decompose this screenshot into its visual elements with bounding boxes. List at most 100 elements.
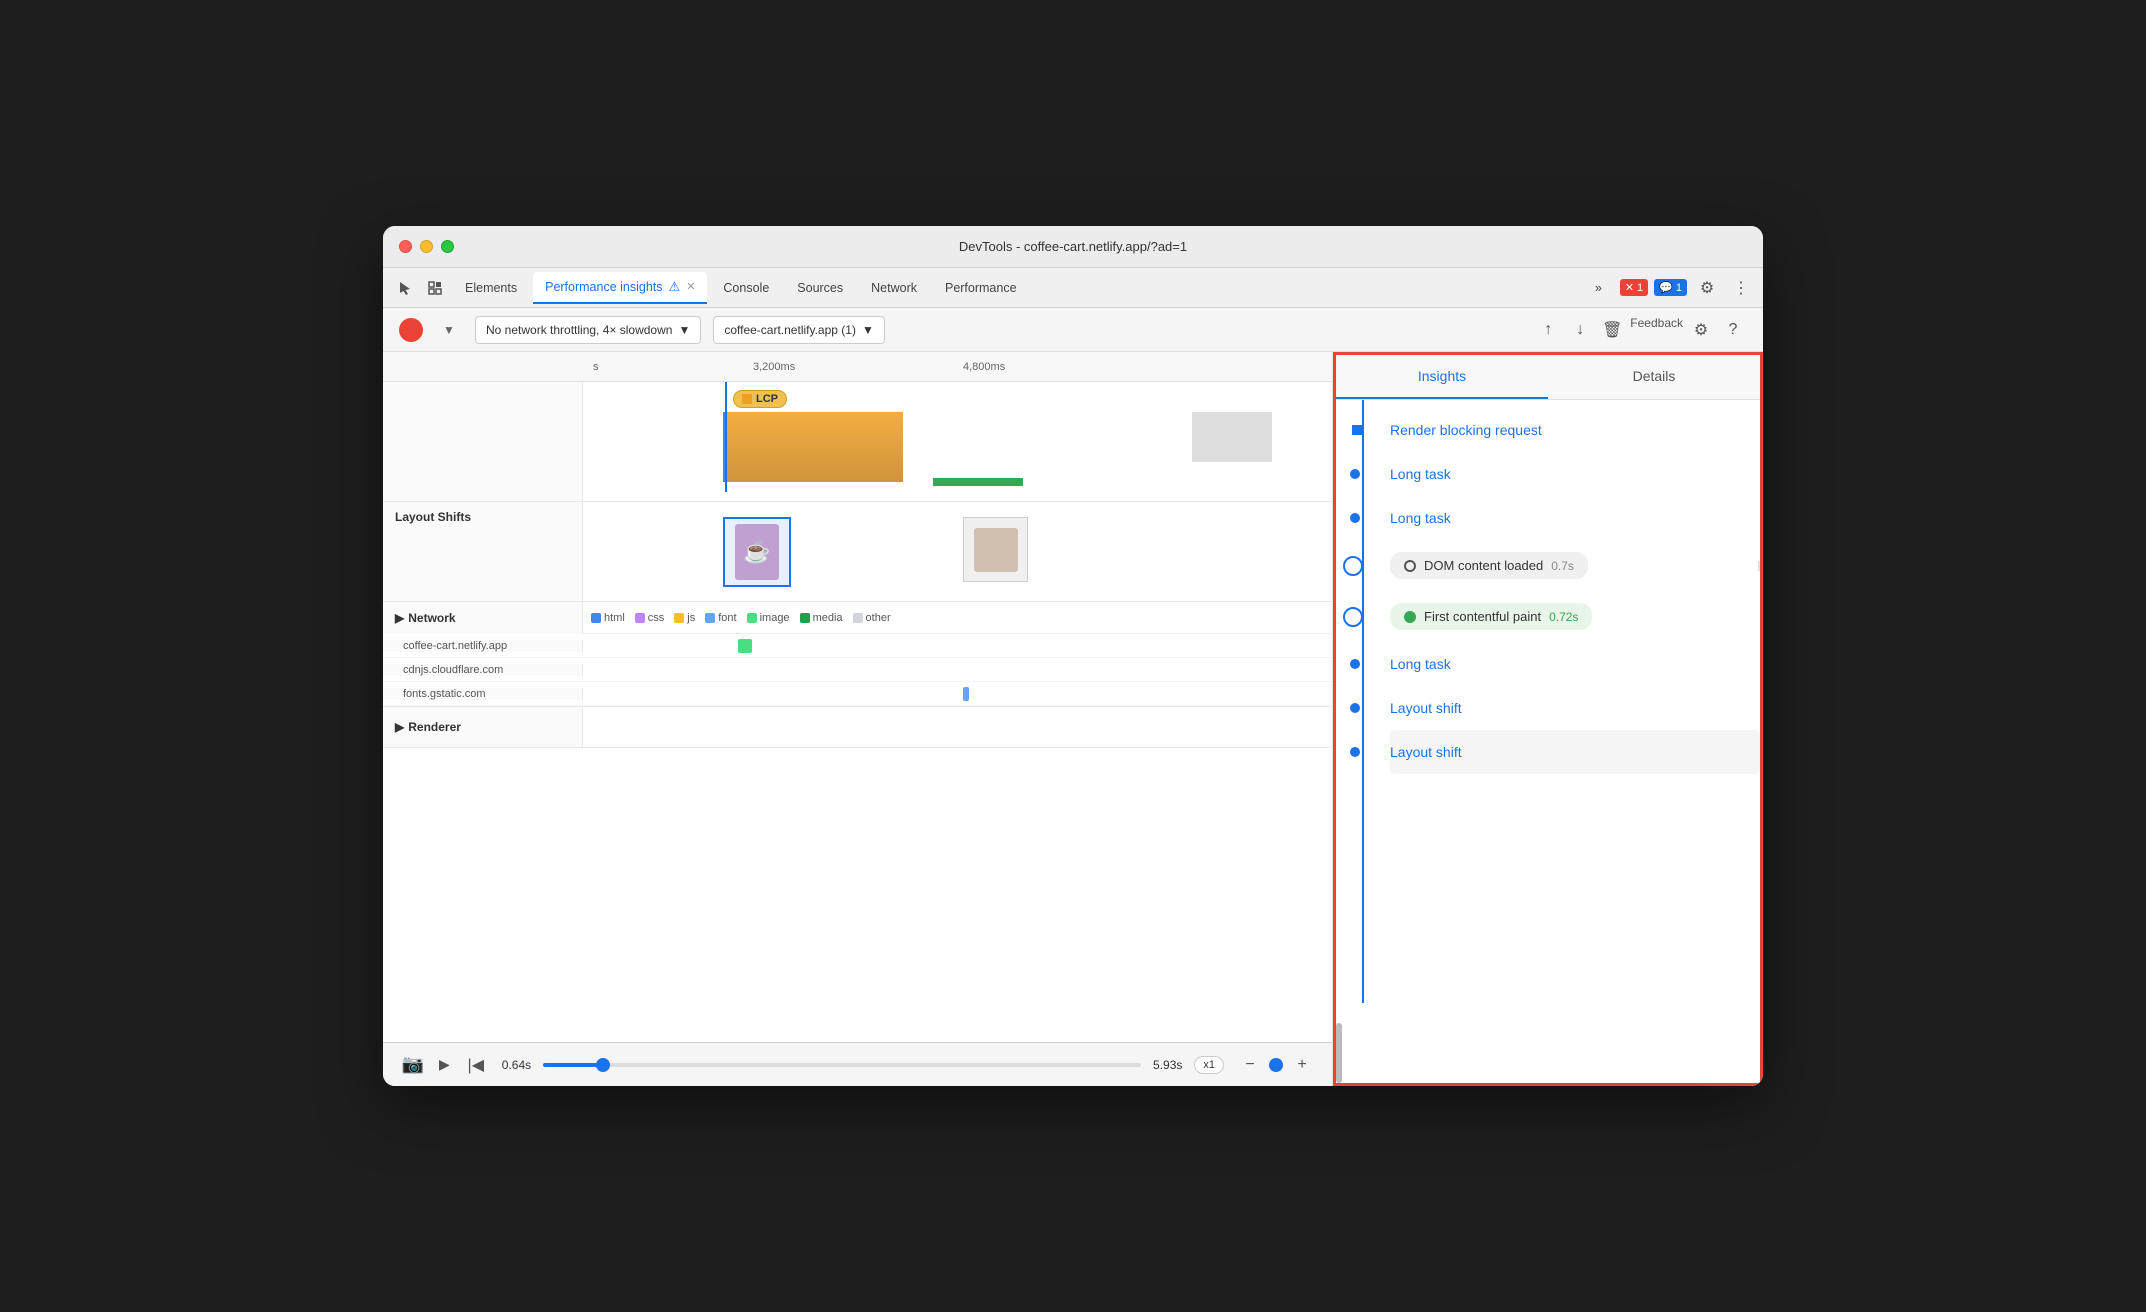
settings-toolbar-icon[interactable]: ⚙ — [1687, 316, 1715, 344]
devtools-window: DevTools - coffee-cart.netlify.app/?ad=1… — [383, 226, 1763, 1086]
maximize-button[interactable] — [441, 240, 454, 253]
tab-network[interactable]: Network — [859, 272, 929, 304]
dot-inner-2 — [1350, 513, 1360, 523]
tab-details[interactable]: Details — [1548, 355, 1760, 399]
cursor-icon[interactable] — [391, 274, 419, 302]
tab-performance-insights[interactable]: Performance insights ⚠ ✕ — [533, 272, 707, 304]
coffee-icon: ☕ — [743, 539, 770, 565]
renderer-expand-icon[interactable]: ▶ — [395, 720, 404, 734]
circle-inner-fcp — [1343, 607, 1363, 627]
upload-icon[interactable]: ↑ — [1534, 316, 1562, 344]
timeline-line-column — [1336, 400, 1390, 1003]
help-icon[interactable]: ? — [1719, 316, 1747, 344]
slider-track — [543, 1063, 1141, 1067]
zoom-slider-thumb[interactable] — [1269, 1058, 1283, 1072]
insight-link-2[interactable]: Long task — [1390, 510, 1451, 526]
milestone-circle-fcp — [1343, 607, 1363, 627]
zoom-out-icon[interactable]: − — [1236, 1051, 1264, 1079]
toolbar-icons: ↑ ↓ 🗑 Feedback ⚙ ? — [1534, 316, 1747, 344]
legend-other: other — [853, 612, 891, 624]
legend-css: css — [635, 612, 665, 624]
network-domain-3-row: fonts.gstatic.com — [383, 682, 1332, 706]
tab-elements[interactable]: Elements — [453, 272, 529, 304]
scrollbar-thumb[interactable] — [1336, 1023, 1342, 1083]
toolbar: ▼ No network throttling, 4× slowdown ▼ c… — [383, 308, 1763, 352]
download-icon[interactable]: ↓ — [1566, 316, 1594, 344]
legend-other-dot — [853, 613, 863, 623]
more-options-icon[interactable]: ⋮ — [1727, 274, 1755, 302]
traffic-lights — [399, 240, 454, 253]
tab-close-icon[interactable]: ✕ — [686, 280, 695, 293]
insight-row-4: First contentful paint 0.72s — [1390, 591, 1760, 642]
insight-dot-1 — [1350, 469, 1360, 479]
layout-shift-thumb-2[interactable] — [963, 517, 1028, 582]
network-domain-3: fonts.gstatic.com — [383, 688, 583, 700]
tab-insights[interactable]: Insights — [1336, 355, 1548, 399]
insight-link-0[interactable]: Render blocking request — [1390, 422, 1542, 438]
insight-link-7[interactable]: Layout shift — [1390, 744, 1462, 760]
settings-icon[interactable]: ⚙ — [1693, 274, 1721, 302]
legend-html-dot — [591, 613, 601, 623]
delete-icon[interactable]: 🗑 — [1598, 316, 1626, 344]
insight-dot-5 — [1350, 659, 1360, 669]
insight-dot-7 — [1350, 747, 1360, 757]
bottom-bar: 📷 ▶ |◀ 0.64s 5.93s x1 − — [383, 1042, 1332, 1086]
time-marker-4800: 4,800ms — [963, 361, 1005, 373]
lcp-content: LCP — [583, 382, 1332, 501]
record-button[interactable] — [399, 318, 423, 342]
timeline-scrubber[interactable] — [543, 1063, 1141, 1067]
play-button[interactable]: ▶ — [439, 1056, 450, 1073]
layout-shifts-content: ☕ — [583, 502, 1332, 601]
screenshot-icon[interactable]: 📷 — [399, 1051, 427, 1079]
speed-button[interactable]: x1 — [1194, 1056, 1224, 1074]
lcp-label — [383, 382, 583, 501]
legend-html: html — [591, 612, 625, 624]
dom-circle-icon — [1404, 560, 1416, 572]
skip-to-start-icon[interactable]: |◀ — [462, 1051, 490, 1079]
insights-entries: Render blocking request Long task — [1390, 400, 1760, 1003]
insight-link-5[interactable]: Long task — [1390, 656, 1451, 672]
layout-shift-thumb-1[interactable]: ☕ — [723, 517, 791, 587]
tab-performance[interactable]: Performance — [933, 272, 1029, 304]
insight-row-6: Layout shift — [1390, 686, 1760, 730]
slider-fill — [543, 1063, 603, 1067]
message-badge: 💬 1 — [1654, 279, 1687, 296]
insight-link-6[interactable]: Layout shift — [1390, 700, 1462, 716]
element-picker-icon[interactable] — [421, 274, 449, 302]
insight-row-0: Render blocking request — [1390, 408, 1760, 452]
insight-row-7: Layout shift — [1390, 730, 1760, 774]
tab-more[interactable]: » — [1583, 272, 1614, 304]
insight-dot-2 — [1350, 513, 1360, 523]
legend-font-dot — [705, 613, 715, 623]
network-domain-1-row: coffee-cart.netlify.app — [383, 634, 1332, 658]
tab-sources[interactable]: Sources — [785, 272, 855, 304]
slider-thumb[interactable] — [596, 1058, 610, 1072]
legend-image-dot — [747, 613, 757, 623]
network-domain-2: cdnjs.cloudflare.com — [383, 664, 583, 676]
insight-row-1: Long task — [1390, 452, 1760, 496]
error-badge: ✕ 1 — [1620, 279, 1648, 296]
close-button[interactable] — [399, 240, 412, 253]
minimize-button[interactable] — [420, 240, 433, 253]
lcp-rect — [723, 412, 903, 482]
network-throttle-dropdown[interactable]: No network throttling, 4× slowdown ▼ — [475, 316, 701, 344]
network-expand-icon[interactable]: ▶ — [395, 611, 404, 625]
legend-css-dot — [635, 613, 645, 623]
tab-console[interactable]: Console — [711, 272, 781, 304]
network-row: ▶ Network html css — [383, 602, 1332, 707]
legend-js: js — [674, 612, 695, 624]
lcp-square-icon — [742, 394, 752, 404]
arrow-dom — [1758, 560, 1760, 572]
title-bar: DevTools - coffee-cart.netlify.app/?ad=1 — [383, 226, 1763, 268]
green-bar — [933, 478, 1023, 486]
zoom-in-icon[interactable]: + — [1288, 1051, 1316, 1079]
network-domain-2-row: cdnjs.cloudflare.com — [383, 658, 1332, 682]
insight-link-1[interactable]: Long task — [1390, 466, 1451, 482]
renderer-content — [583, 707, 1332, 747]
site-select-dropdown[interactable]: coffee-cart.netlify.app (1) ▼ — [713, 316, 885, 344]
dropdown-arrow-icon[interactable]: ▼ — [435, 316, 463, 344]
time-marker-3200: 3,200ms — [753, 361, 795, 373]
layout-shifts-row: Layout Shifts ☕ — [383, 502, 1332, 602]
net-bar-coffee-image — [738, 639, 752, 653]
feedback-button[interactable]: Feedback — [1630, 316, 1683, 344]
